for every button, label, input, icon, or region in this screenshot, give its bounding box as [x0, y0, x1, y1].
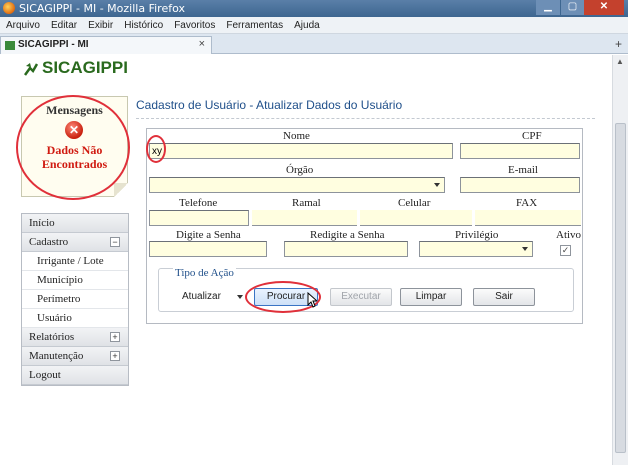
- scroll-thumb[interactable]: [615, 123, 626, 453]
- sidebar-item-label: Município: [37, 274, 83, 286]
- sidebar-item-usuario[interactable]: Usuário: [22, 309, 128, 328]
- label-celular: Celular: [398, 197, 431, 209]
- sidebar-item-label: Início: [29, 217, 55, 229]
- limpar-button[interactable]: Limpar: [400, 288, 462, 306]
- sidebar-item-label: Relatórios: [29, 331, 75, 343]
- nome-input[interactable]: xy: [149, 143, 453, 159]
- celular-input[interactable]: [360, 210, 472, 226]
- chevron-down-icon: [434, 183, 440, 187]
- orgao-select[interactable]: [149, 177, 445, 193]
- logo-leaf-icon: [24, 63, 38, 76]
- label-ativo: Ativo: [556, 229, 582, 241]
- sidebar-item-manutencao[interactable]: Manutenção +: [22, 347, 128, 366]
- ramal-input[interactable]: [252, 210, 357, 226]
- window-title: SICAGIPPI - MI - Mozilla Firefox: [19, 2, 185, 15]
- minimize-button[interactable]: ▁: [536, 0, 560, 15]
- senha-input[interactable]: [149, 241, 267, 257]
- highlight-circle-nome: [146, 135, 166, 163]
- label-privilegio: Privilégio: [455, 229, 499, 241]
- acao-select[interactable]: Atualizar: [180, 288, 246, 306]
- chevron-down-icon: [237, 295, 243, 299]
- acao-select-value: Atualizar: [182, 291, 221, 302]
- collapse-icon[interactable]: −: [110, 237, 120, 247]
- sidebar-item-label: Irrigante / Lote: [37, 255, 104, 267]
- sidebar-item-cadastro[interactable]: Cadastro −: [22, 233, 128, 252]
- note-fold-corner: [114, 183, 128, 197]
- menu-historico[interactable]: Histórico: [124, 17, 163, 34]
- label-senha: Digite a Senha: [176, 229, 241, 241]
- tab-bar: SICAGIPPI - MI × +: [0, 34, 628, 54]
- menu-ferramentas[interactable]: Ferramentas: [226, 17, 283, 34]
- new-tab-button[interactable]: +: [615, 37, 622, 51]
- favicon-icon: [5, 41, 15, 50]
- expand-icon[interactable]: +: [110, 351, 120, 361]
- label-telefone: Telefone: [179, 197, 218, 209]
- label-email: E-mail: [508, 164, 538, 176]
- menu-exibir[interactable]: Exibir: [88, 17, 113, 34]
- sidebar-item-label: Manutenção: [29, 350, 84, 362]
- sidebar-item-label: Perímetro: [37, 293, 81, 305]
- menu-ajuda[interactable]: Ajuda: [294, 17, 320, 34]
- menu-bar: Arquivo Editar Exibir Histórico Favorito…: [0, 17, 628, 34]
- sidebar-item-municipio[interactable]: Município: [22, 271, 128, 290]
- menu-arquivo[interactable]: Arquivo: [6, 17, 40, 34]
- scroll-up-icon[interactable]: ▲: [616, 57, 624, 66]
- telefone-input[interactable]: [149, 210, 249, 226]
- tab-close-icon[interactable]: ×: [199, 38, 205, 50]
- ativo-checkbox[interactable]: ✓: [560, 245, 571, 256]
- sidebar-item-label: Usuário: [37, 312, 72, 324]
- label-fax: FAX: [516, 197, 538, 209]
- cpf-input[interactable]: [460, 143, 580, 159]
- tipo-acao-title: Tipo de Ação: [173, 267, 236, 279]
- highlight-circle-messages: [16, 95, 130, 200]
- title-divider: [136, 118, 595, 119]
- tab-label: SICAGIPPI - MI: [18, 39, 89, 50]
- fax-input[interactable]: [475, 210, 581, 226]
- sidebar-item-relatorios[interactable]: Relatórios +: [22, 328, 128, 347]
- close-window-button[interactable]: ✕: [584, 0, 624, 15]
- mouse-cursor-icon: [307, 292, 317, 308]
- label-nome: Nome: [283, 130, 310, 142]
- sidebar-item-irrigante-lote[interactable]: Irrigante / Lote: [22, 252, 128, 271]
- email-input[interactable]: [460, 177, 580, 193]
- redigite-senha-input[interactable]: [284, 241, 408, 257]
- sidebar-nav: Início Cadastro − Irrigante / Lote Municí…: [21, 213, 129, 386]
- window-titlebar: SICAGIPPI - MI - Mozilla Firefox ▁ ▢ ✕: [0, 0, 628, 17]
- sair-button[interactable]: Sair: [473, 288, 535, 306]
- page-content: SICAGIPPI Mensagens ✕ Dados Não Encontra…: [0, 55, 612, 465]
- chevron-down-icon: [522, 247, 528, 251]
- expand-icon[interactable]: +: [110, 332, 120, 342]
- label-redigite-senha: Redigite a Senha: [310, 229, 385, 241]
- firefox-icon: [3, 2, 15, 14]
- sidebar-item-label: Cadastro: [29, 236, 69, 248]
- tab-sicagippi[interactable]: SICAGIPPI - MI ×: [0, 36, 212, 54]
- sidebar-item-logout[interactable]: Logout: [22, 366, 128, 385]
- sidebar-item-inicio[interactable]: Início: [22, 214, 128, 233]
- executar-button[interactable]: Executar: [330, 288, 392, 306]
- maximize-button[interactable]: ▢: [560, 0, 584, 15]
- page-title: Cadastro de Usuário - Atualizar Dados do…: [136, 98, 403, 112]
- sidebar-item-perimetro[interactable]: Perímetro: [22, 290, 128, 309]
- label-ramal: Ramal: [292, 197, 321, 209]
- page-scrollbar[interactable]: ▲: [612, 55, 628, 465]
- label-orgao: Órgão: [286, 164, 314, 176]
- label-cpf: CPF: [522, 130, 542, 142]
- privilegio-select[interactable]: [419, 241, 533, 257]
- sidebar-item-label: Logout: [29, 369, 61, 381]
- menu-editar[interactable]: Editar: [51, 17, 77, 34]
- menu-favoritos[interactable]: Favoritos: [174, 17, 215, 34]
- logo-text: SICAGIPPI: [42, 58, 128, 77]
